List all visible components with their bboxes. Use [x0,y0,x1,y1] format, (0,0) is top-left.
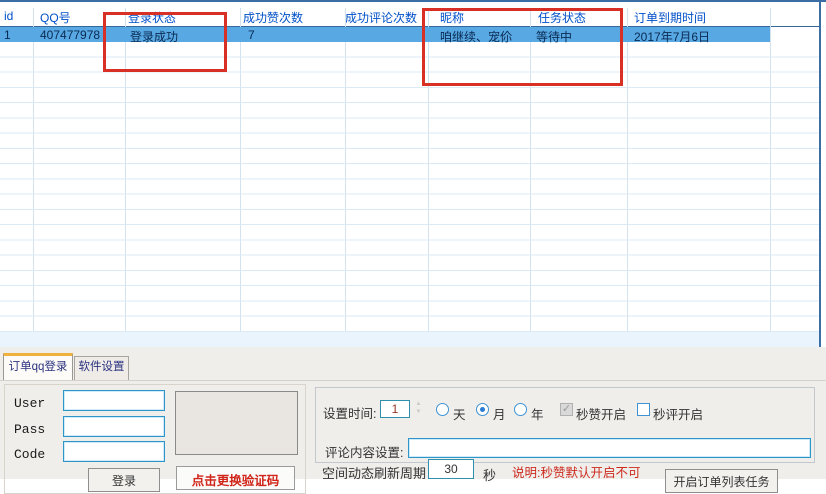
time-stepper[interactable]: ▲ ▼ [412,400,425,418]
code-input[interactable] [63,441,165,462]
checkbox-instant-comment[interactable] [637,403,650,416]
captcha-refresh-button[interactable]: 点击更换验证码 [176,466,295,490]
user-label: User [14,396,45,411]
radio-day-label[interactable]: 天 [453,404,466,423]
refresh-unit-label: 秒 [483,465,496,484]
column-header-like-count[interactable]: 成功赞次数 [243,9,303,25]
tab-software-settings[interactable]: 软件设置 [74,356,129,380]
note-text: 说明:秒赞默认开启不可 [512,462,640,481]
radio-day[interactable] [436,403,449,416]
login-button[interactable]: 登录 [88,468,160,492]
radio-month[interactable] [476,403,489,416]
radio-year-label[interactable]: 年 [531,404,544,423]
checkbox-instant-comment-label[interactable]: 秒评开启 [653,404,703,423]
radio-year[interactable] [514,403,527,416]
empty-rows-grid [0,42,820,347]
refresh-period-label: 空间动态刷新周期 [322,463,426,482]
user-input[interactable] [63,390,165,411]
checkbox-instant-like[interactable]: ✓ [560,403,573,416]
cell-like-count: 7 [248,28,255,42]
pass-label: Pass [14,422,45,437]
comment-content-input[interactable] [408,438,811,458]
radio-month-label[interactable]: 月 [493,404,506,423]
stepper-up-icon[interactable]: ▲ [412,400,425,408]
column-header-expire-date[interactable]: 订单到期时间 [634,9,706,25]
tab-order-qq-login[interactable]: 订单qq登录 [3,353,73,380]
column-header-id[interactable]: id [4,9,13,25]
annotation-red-box-nickname-task [422,8,623,86]
tab-strip-line [0,380,826,381]
cell-qq: 407477978 [40,28,100,42]
code-label: Code [14,447,45,462]
column-header-qq[interactable]: QQ号 [40,9,71,25]
pass-input[interactable] [63,416,165,437]
last-row-highlight [0,332,820,347]
cell-id: 1 [4,28,11,42]
annotation-red-box-login-status [103,12,227,72]
cell-expire-date: 2017年7月6日 [634,28,710,42]
table-right-border [819,2,821,348]
stepper-down-icon[interactable]: ▼ [412,408,425,416]
refresh-period-input[interactable]: 30 [428,459,474,479]
comment-content-label: 评论内容设置: [325,442,403,461]
checkbox-instant-like-label[interactable]: 秒赞开启 [576,404,626,423]
time-value-input[interactable]: 1 [380,400,410,418]
captcha-image-box [175,391,298,455]
set-time-label: 设置时间: [323,403,376,422]
column-header-comment-count[interactable]: 成功评论次数 [345,9,417,25]
start-order-task-button[interactable]: 开启订单列表任务 [665,469,778,493]
